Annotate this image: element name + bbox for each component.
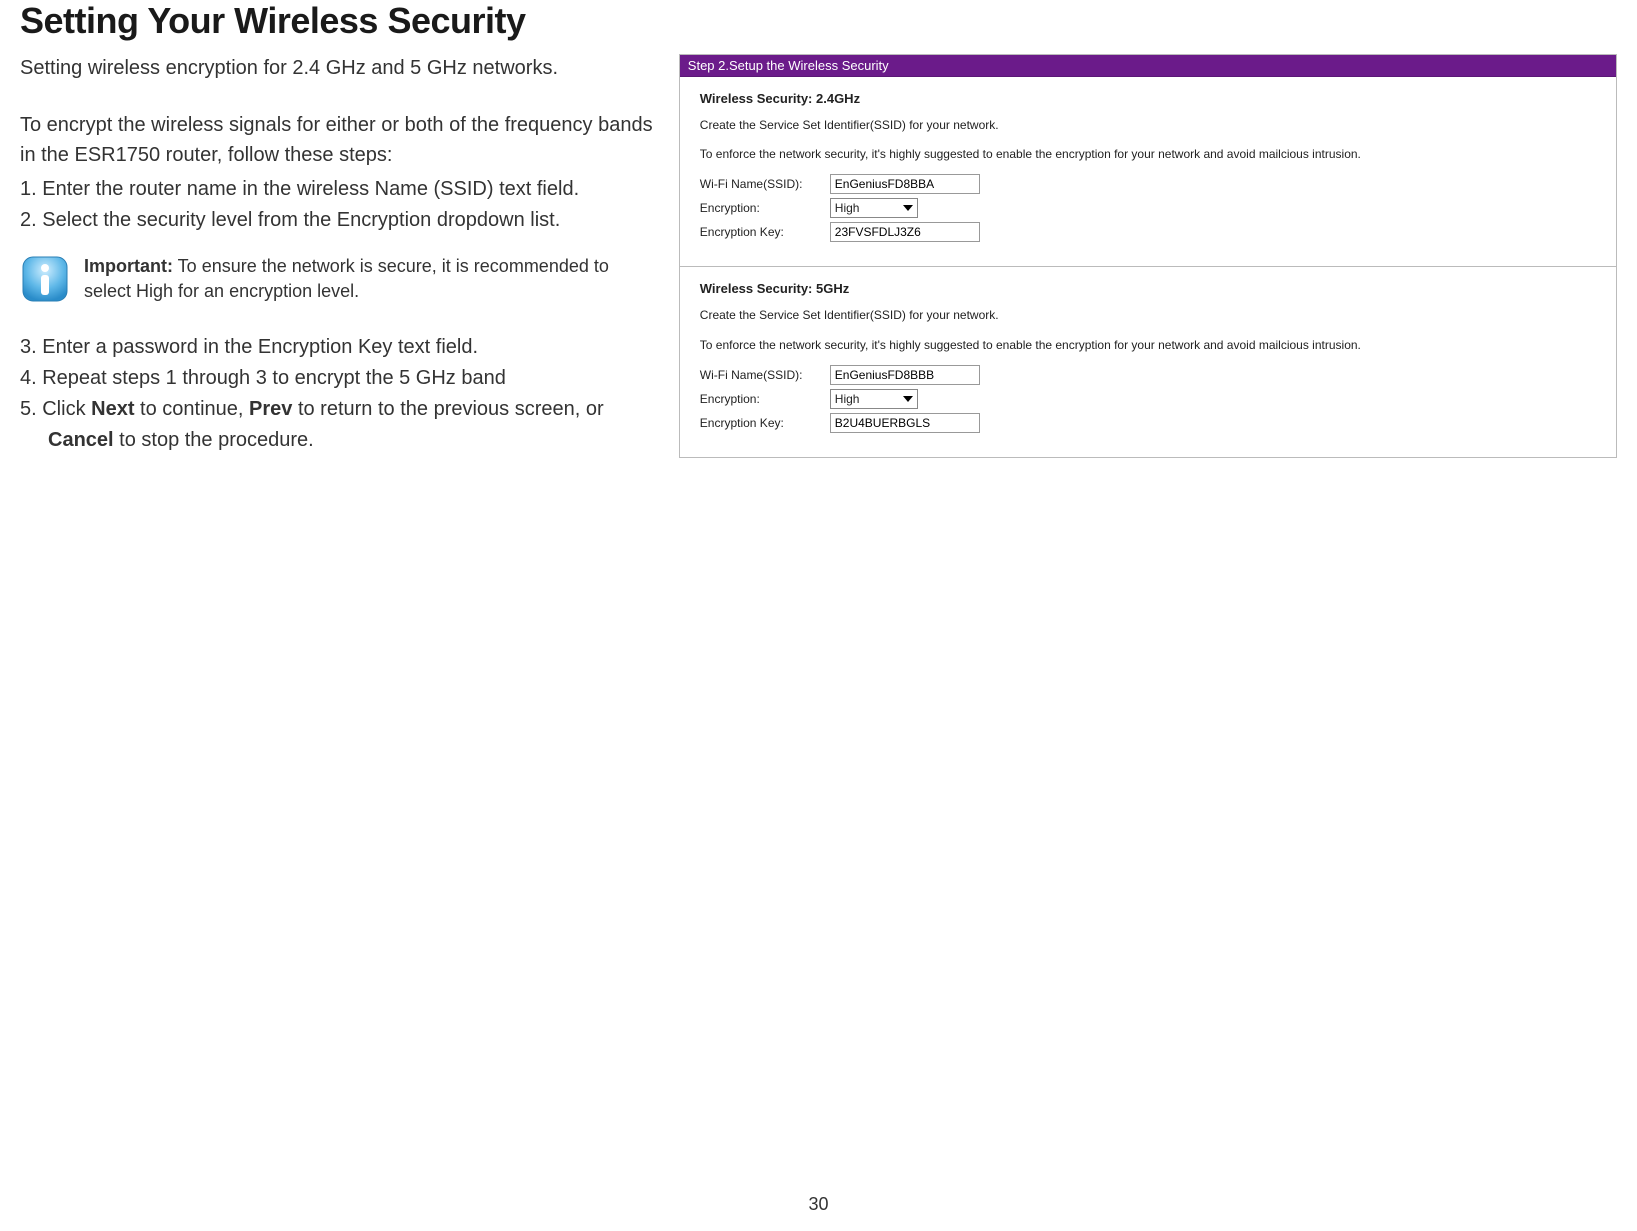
step-3: 3. Enter a password in the Encryption Ke…: [20, 332, 659, 363]
row-5-enc: Encryption: High: [700, 389, 1596, 409]
step-5-pre: 5. Click: [20, 398, 91, 420]
label-5-key: Encryption Key:: [700, 416, 830, 430]
section-5ghz-desc2: To enforce the network security, it's hi…: [700, 336, 1596, 355]
wizard-panel: Step 2.Setup the Wireless Security Wirel…: [679, 54, 1617, 458]
select-5-enc-value: High: [835, 392, 860, 406]
intro-text: To encrypt the wireless signals for eith…: [20, 110, 659, 170]
select-24-enc[interactable]: High: [830, 198, 918, 218]
info-icon: [20, 254, 70, 304]
section-5ghz: Wireless Security: 5GHz Create the Servi…: [680, 267, 1616, 456]
step-5: 5. Click Next to continue, Prev to retur…: [20, 394, 659, 456]
step-4: 4. Repeat steps 1 through 3 to encrypt t…: [20, 363, 659, 394]
input-5-ssid[interactable]: [830, 365, 980, 385]
row-5-key: Encryption Key:: [700, 413, 1596, 433]
page-number: 30: [808, 1194, 828, 1215]
section-24ghz: Wireless Security: 2.4GHz Create the Ser…: [680, 77, 1616, 267]
section-24ghz-desc2: To enforce the network security, it's hi…: [700, 145, 1596, 164]
chevron-down-icon: [903, 205, 913, 211]
wizard-banner: Step 2.Setup the Wireless Security: [680, 55, 1616, 77]
select-5-enc[interactable]: High: [830, 389, 918, 409]
prev-label: Prev: [249, 398, 292, 420]
subtitle: Setting wireless encryption for 2.4 GHz …: [20, 54, 659, 82]
section-24ghz-title: Wireless Security: 2.4GHz: [700, 91, 1596, 106]
step-5-mid1: to continue,: [134, 398, 249, 420]
label-5-enc: Encryption:: [700, 392, 830, 406]
step-1: 1. Enter the router name in the wireless…: [20, 174, 659, 205]
row-24-key: Encryption Key:: [700, 222, 1596, 242]
label-24-key: Encryption Key:: [700, 225, 830, 239]
row-5-ssid: Wi-Fi Name(SSID):: [700, 365, 1596, 385]
label-24-ssid: Wi-Fi Name(SSID):: [700, 177, 830, 191]
section-5ghz-title: Wireless Security: 5GHz: [700, 281, 1596, 296]
input-5-key[interactable]: [830, 413, 980, 433]
important-text: Important: To ensure the network is secu…: [84, 254, 659, 304]
page-title: Setting Your Wireless Security: [20, 0, 1617, 42]
important-callout: Important: To ensure the network is secu…: [20, 254, 659, 304]
step-2: 2. Select the security level from the En…: [20, 205, 659, 236]
row-24-ssid: Wi-Fi Name(SSID):: [700, 174, 1596, 194]
chevron-down-icon: [903, 396, 913, 402]
label-24-enc: Encryption:: [700, 201, 830, 215]
section-24ghz-desc1: Create the Service Set Identifier(SSID) …: [700, 116, 1596, 135]
cancel-label: Cancel: [48, 429, 114, 451]
row-24-enc: Encryption: High: [700, 198, 1596, 218]
instructions-column: Setting wireless encryption for 2.4 GHz …: [20, 54, 659, 456]
section-5ghz-desc1: Create the Service Set Identifier(SSID) …: [700, 306, 1596, 325]
select-24-enc-value: High: [835, 201, 860, 215]
content-wrap: Setting wireless encryption for 2.4 GHz …: [20, 54, 1617, 458]
step-5-end: to stop the procedure.: [114, 429, 314, 451]
important-label: Important:: [84, 256, 173, 276]
step-5-mid2: to return to the previous screen, or: [292, 398, 603, 420]
next-label: Next: [91, 398, 134, 420]
input-24-key[interactable]: [830, 222, 980, 242]
label-5-ssid: Wi-Fi Name(SSID):: [700, 368, 830, 382]
input-24-ssid[interactable]: [830, 174, 980, 194]
